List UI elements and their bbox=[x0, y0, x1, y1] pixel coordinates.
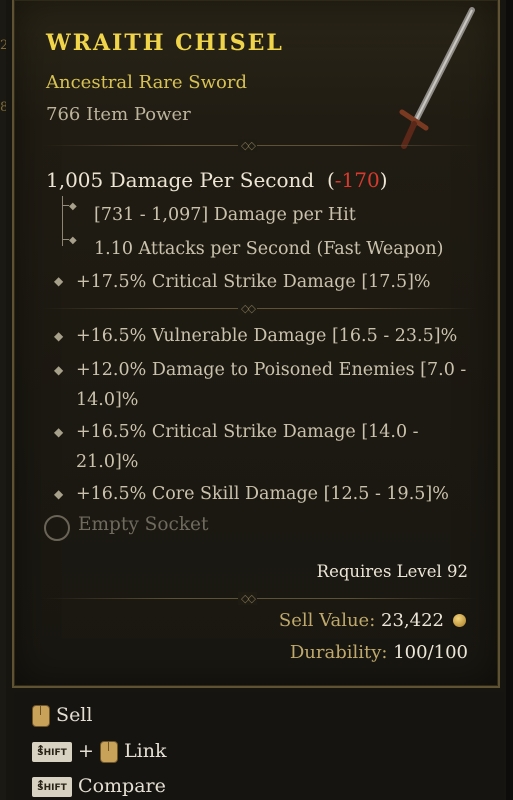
plus-sign: + bbox=[78, 740, 94, 762]
right-mouse-icon bbox=[100, 741, 119, 763]
affix: +16.5% Vulnerable Damage [16.5 - 23.5]% bbox=[76, 326, 458, 346]
link-action[interactable]: ↑ SHIFT + Link bbox=[32, 740, 167, 763]
affix-bullet-icon: ◆ bbox=[54, 487, 64, 501]
affix-bullet-icon: ◆ bbox=[54, 425, 64, 439]
affix: +12.0% Damage to Poisoned Enemies [7.0 -… bbox=[76, 360, 467, 410]
affix-bullet-icon: ◆ bbox=[54, 274, 64, 288]
sell-action-label: Sell bbox=[56, 704, 93, 726]
affix-bullet-icon: ◆ bbox=[54, 329, 64, 343]
compare-action[interactable]: ↑ SHIFT Compare bbox=[32, 775, 166, 797]
action-hints: Sell ↑ SHIFT + Link ↑ SHIFT Compare bbox=[14, 692, 504, 800]
sell-value: Sell Value: 23,422 bbox=[279, 610, 444, 631]
base-stat: 1.10 Attacks per Second (Fast Weapon) bbox=[94, 239, 444, 259]
link-action-label: Link bbox=[124, 740, 167, 762]
compare-action-label: Compare bbox=[78, 775, 166, 797]
tree-branch-icon: ─◆ bbox=[63, 201, 77, 212]
divider: ◇◇ bbox=[42, 592, 478, 606]
affix-bullet-icon: ◆ bbox=[54, 363, 64, 377]
sell-action[interactable]: Sell bbox=[32, 704, 92, 727]
sell-value-amount: 23,422 bbox=[381, 610, 444, 631]
durability-label: Durability: bbox=[289, 642, 388, 663]
shift-key-icon: ↑ SHIFT bbox=[32, 742, 72, 762]
dps-delta: -170 bbox=[334, 168, 380, 192]
socket-label: Empty Socket bbox=[78, 514, 209, 535]
base-stat: [731 - 1,097] Damage per Hit bbox=[94, 205, 356, 225]
item-power: 766 Item Power bbox=[46, 104, 191, 125]
required-level: Requires Level 92 bbox=[316, 562, 468, 581]
dps-value: 1,005 Damage Per Second bbox=[46, 168, 315, 192]
sell-value-label: Sell Value: bbox=[278, 610, 376, 631]
dps-open-paren: ( bbox=[326, 168, 335, 192]
shift-key-icon: ↑ SHIFT bbox=[32, 777, 72, 797]
right-mouse-icon bbox=[32, 705, 50, 727]
tree-branch-icon: ─◆ bbox=[63, 235, 77, 246]
divider: ◇◇ bbox=[42, 139, 478, 153]
damage-per-second: 1,005 Damage Per Second (-170) bbox=[46, 168, 388, 192]
dps-close-paren: ) bbox=[379, 168, 388, 192]
sword-icon bbox=[399, 7, 475, 149]
implicit-affix: +17.5% Critical Strike Damage [17.5]% bbox=[76, 272, 431, 292]
affix: +16.5% Critical Strike Damage [14.0 - 21… bbox=[76, 422, 419, 472]
divider: ◇◇ bbox=[42, 302, 478, 316]
empty-socket-icon bbox=[44, 515, 70, 541]
durability: Durability: 100/100 bbox=[290, 642, 468, 663]
item-tooltip: WRAITH CHISEL Ancestral Rare Sword 766 I… bbox=[12, 0, 500, 688]
gold-coin-icon bbox=[453, 614, 466, 627]
item-type: Ancestral Rare Sword bbox=[46, 72, 247, 93]
affix: +16.5% Core Skill Damage [12.5 - 19.5]% bbox=[76, 484, 449, 504]
item-name: WRAITH CHISEL bbox=[46, 30, 284, 56]
durability-value: 100/100 bbox=[393, 642, 468, 663]
